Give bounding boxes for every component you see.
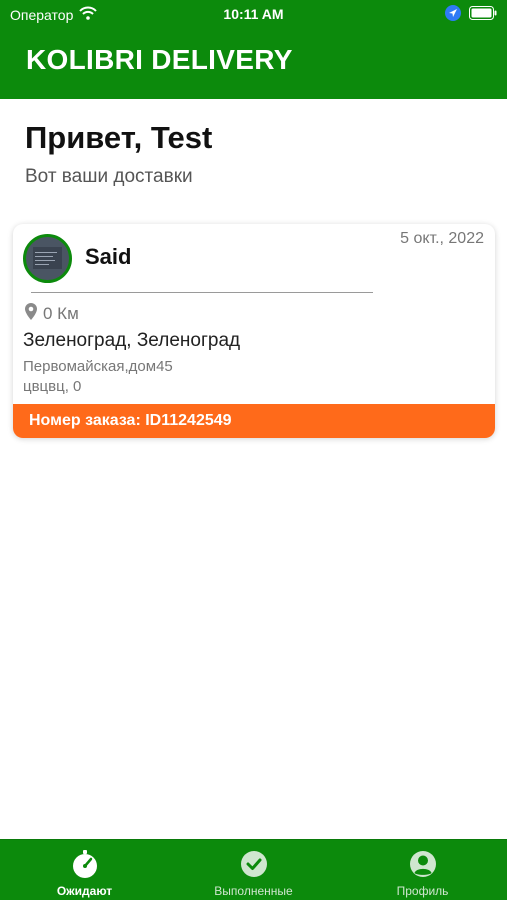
check-circle-icon — [239, 849, 269, 879]
location-arrow-icon — [445, 5, 461, 24]
divider — [31, 292, 373, 293]
tab-waiting[interactable]: Ожидают — [0, 840, 169, 900]
brand-title: KOLIBRI DELIVERY — [26, 44, 293, 75]
greeting-subtitle: Вот ваши доставки — [25, 166, 193, 187]
status-bar: Оператор 10:11 AM — [0, 0, 507, 30]
battery-icon — [469, 6, 497, 23]
tab-label: Выполненные — [214, 884, 293, 898]
tab-label: Профиль — [396, 884, 449, 898]
delivery-apartment: цвцвц, 0 — [23, 378, 82, 395]
bottom-tab-bar: Ожидают Выполненные Профиль — [0, 839, 507, 900]
tab-label: Ожидают — [56, 884, 113, 898]
customer-name: Said — [85, 244, 132, 269]
delivery-date: 5 окт., 2022 — [400, 230, 484, 247]
map-pin-icon — [25, 303, 37, 325]
avatar — [23, 234, 72, 283]
tab-completed[interactable]: Выполненные — [169, 840, 338, 900]
distance-row: 0 Км — [25, 303, 79, 325]
order-number-bar: Номер заказа: ID11242549 — [13, 404, 495, 438]
delivery-street: Первомайская,дом45 — [23, 358, 173, 375]
profile-icon — [408, 849, 438, 879]
status-time: 10:11 AM — [223, 6, 284, 22]
greeting-title: Привет, Test — [25, 120, 213, 155]
distance-value: 0 Км — [43, 304, 79, 323]
tab-profile[interactable]: Профиль — [338, 840, 507, 900]
app-header: KOLIBRI DELIVERY — [0, 30, 507, 99]
delivery-card[interactable]: Said 5 окт., 2022 0 Км Зеленоград, Зелен… — [13, 224, 495, 438]
delivery-city: Зеленоград, Зеленоград — [23, 330, 241, 351]
stopwatch-icon — [70, 849, 100, 879]
status-right — [445, 5, 497, 24]
